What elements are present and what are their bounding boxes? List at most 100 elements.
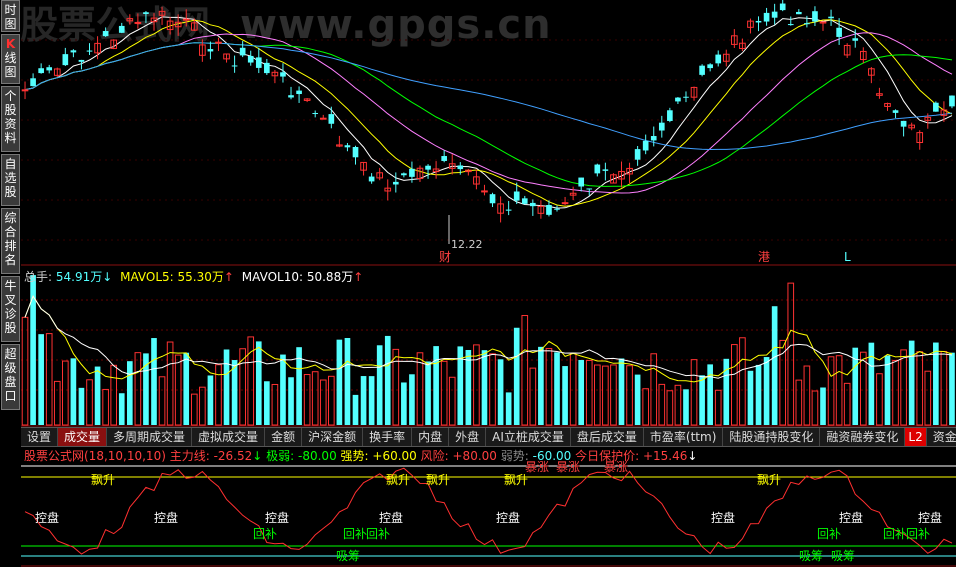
volume-bar: [110, 364, 118, 426]
volume-bar: [827, 356, 835, 426]
fengxian-value: +80.00: [452, 449, 497, 463]
candlesticks: [21, 0, 955, 223]
signal-label: 控盘: [711, 510, 735, 525]
volume-bar: [690, 359, 698, 426]
event-mark: 港: [758, 250, 770, 264]
indicator-tab[interactable]: 沪深金额: [302, 428, 364, 446]
volume-bar: [344, 338, 351, 425]
volume-bar: [562, 366, 568, 425]
candle-body: [207, 49, 214, 52]
indicator-tab[interactable]: 资金: [927, 428, 956, 446]
sidebar-tab-kline[interactable]: K线图: [1, 34, 20, 84]
sidebar-tab-timechart[interactable]: 时图: [1, 0, 20, 32]
volume-bar: [714, 389, 722, 426]
indicator-tab[interactable]: 成交量: [58, 428, 108, 446]
volume-bar: [360, 376, 367, 425]
candle-body: [102, 31, 109, 37]
candle-body: [658, 122, 665, 131]
event-mark: L: [844, 250, 851, 264]
candle-body: [812, 11, 818, 22]
indicator-tab[interactable]: 内盘: [412, 428, 450, 446]
candle-body: [118, 25, 125, 33]
volume-bar: [569, 352, 577, 426]
candle-body: [231, 65, 238, 67]
sidebar-tab-diagnosis[interactable]: 牛叉诊股: [1, 276, 20, 342]
volume-bar: [473, 344, 480, 426]
candle-body: [280, 72, 286, 77]
ruo-value: -60.00: [532, 449, 572, 463]
indicator-tab[interactable]: 盘后成交量: [571, 428, 644, 446]
candle-body: [255, 57, 262, 68]
ma-line: [24, 32, 953, 194]
ma-line: [24, 42, 953, 187]
candle-body: [675, 97, 681, 102]
volume-bar: [497, 359, 504, 425]
mavol10-value: 50.88万: [306, 270, 354, 284]
volume-bar: [319, 379, 327, 426]
volume-bar: [336, 339, 343, 425]
volume-bar: [876, 373, 883, 426]
indicator-tab[interactable]: 融资融券变化: [820, 428, 906, 446]
volume-bar: [924, 370, 932, 426]
volume-bar: [280, 354, 286, 425]
signal-label: 飘升: [91, 473, 115, 487]
indicator-tab-bar: 设置 成交量 多周期成交量 虚拟成交量 金额 沪深金额 换手率 内盘 外盘 AI立桩成交量 盘后成交…: [21, 427, 956, 447]
indicator-tab[interactable]: 金额: [265, 428, 303, 446]
volume-bar: [409, 374, 415, 425]
indicator-tab[interactable]: L2: [905, 428, 927, 446]
indicator-tab[interactable]: 虚拟成交量: [192, 428, 266, 446]
volume-bar: [707, 364, 713, 425]
volume-bar: [892, 359, 899, 426]
candle-body: [561, 202, 569, 205]
signal-label: 控盘: [35, 510, 59, 525]
sidebar-tab-super-panel[interactable]: 超级盘口: [1, 344, 20, 410]
candle-body: [634, 149, 641, 160]
signal-label: 控盘: [379, 510, 403, 525]
candle-body: [900, 120, 907, 127]
candle-body: [699, 65, 705, 75]
volume-bar: [699, 375, 705, 425]
volume-bar: [440, 360, 448, 426]
candle-body: [707, 64, 713, 69]
indicator-name: 股票公式网(18,10,10,10): [24, 449, 166, 463]
candle-body: [804, 23, 810, 25]
volume-bar: [166, 341, 174, 426]
total-value: 54.91万: [55, 270, 103, 284]
indicator-tab[interactable]: 陆股通持股变化: [723, 428, 821, 446]
volume-bar: [215, 364, 222, 426]
sidebar-tab-ranking[interactable]: 综合排名: [1, 208, 20, 274]
indicator-tab[interactable]: 外盘: [449, 428, 487, 446]
ma-line: [24, 42, 953, 151]
volume-bar: [465, 349, 472, 425]
candle-body: [852, 38, 859, 41]
volume-bar: [328, 375, 335, 426]
volume-bar: [884, 355, 891, 425]
mavol5-label: MAVOL5:: [120, 270, 178, 284]
protect-label: 今日保护价:: [575, 449, 643, 463]
jiruo-value: -80.00: [298, 449, 337, 463]
ruo-label: 弱势:: [500, 449, 533, 463]
candle-body: [667, 110, 673, 121]
volume-bar: [489, 353, 496, 426]
sidebar-tab-stock-info[interactable]: 个股资料: [1, 86, 20, 152]
volume-bar: [642, 388, 649, 426]
volume-bar: [384, 335, 391, 425]
indicator-tab[interactable]: AI立桩成交量: [486, 428, 571, 446]
indicator-tab[interactable]: 市盈率(ttm): [644, 428, 724, 446]
indicator-tab[interactable]: 多周期成交量: [107, 428, 193, 446]
indicator-tab[interactable]: 设置: [21, 428, 59, 446]
volume-bar: [554, 352, 560, 425]
volume-bar: [538, 346, 544, 425]
volume-bar: [183, 352, 190, 425]
candle-body: [530, 202, 536, 207]
volume-bar: [731, 344, 738, 426]
indicator-tab[interactable]: 换手率: [363, 428, 413, 446]
volume-bar: [811, 390, 819, 426]
sidebar-tab-watchlist[interactable]: 自选股: [1, 154, 20, 206]
volume-bar: [585, 359, 593, 426]
volume-bar: [795, 379, 803, 426]
volume-bar: [940, 350, 948, 426]
candle-body: [239, 47, 246, 56]
indicator-header: 股票公式网(18,10,10,10) 主力线: -26.52↓ 极弱: -80.…: [24, 447, 697, 464]
signal-label: 控盘: [918, 510, 942, 525]
